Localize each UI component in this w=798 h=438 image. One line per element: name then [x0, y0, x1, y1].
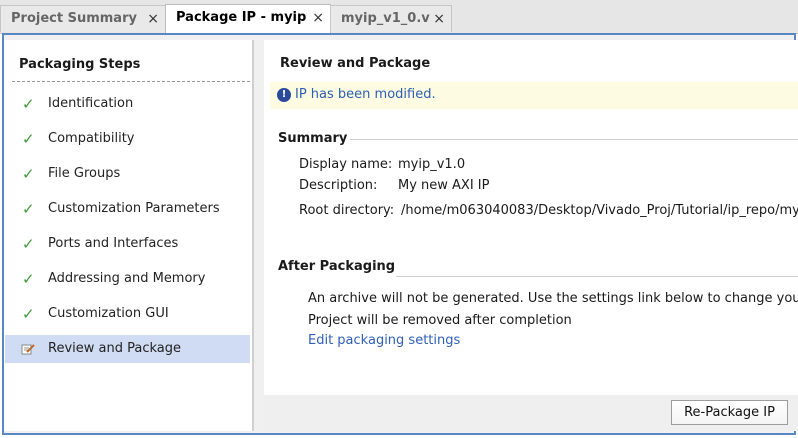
step-file-groups[interactable]: ✓ File Groups: [5, 160, 250, 188]
step-addressing-and-memory[interactable]: ✓ Addressing and Memory: [5, 265, 250, 293]
tab-label: Project Summary: [11, 11, 137, 26]
button-bar: Re-Package IP: [264, 395, 798, 431]
step-review-and-package[interactable]: Review and Package: [5, 335, 250, 363]
root-directory-value: /home/m063040083/Desktop/Vivado_Proj/Tut…: [401, 203, 798, 218]
tab-project-summary[interactable]: Project Summary ×: [0, 5, 166, 32]
tab-label: myip_v1_0.v: [341, 11, 430, 26]
check-icon: ✓: [22, 165, 35, 183]
check-icon: ✓: [22, 95, 35, 113]
check-icon: ✓: [22, 200, 35, 218]
step-ports-and-interfaces[interactable]: ✓ Ports and Interfaces: [5, 230, 250, 258]
check-icon: ✓: [22, 235, 35, 253]
close-icon[interactable]: ×: [147, 6, 159, 32]
tab-bar: Project Summary × Package IP - myip × my…: [0, 0, 798, 34]
check-icon: ✓: [22, 305, 35, 323]
tab-myip-v1-0-v[interactable]: myip_v1_0.v ×: [330, 5, 452, 32]
edit-packaging-settings-link[interactable]: Edit packaging settings: [308, 333, 460, 348]
re-package-ip-button[interactable]: Re-Package IP: [671, 400, 788, 425]
step-label: Identification: [48, 96, 134, 111]
summary-heading: Summary: [278, 131, 348, 146]
info-icon: !: [277, 88, 291, 102]
removal-note: Project will be removed after completion: [308, 313, 572, 328]
step-label: File Groups: [48, 166, 121, 181]
edit-icon: [21, 344, 35, 355]
tab-package-ip[interactable]: Package IP - myip ×: [165, 4, 331, 34]
step-identification[interactable]: ✓ Identification: [5, 90, 250, 118]
banner-text: IP has been modified.: [295, 87, 436, 102]
packaging-steps-title: Packaging Steps: [19, 57, 141, 72]
step-label: Addressing and Memory: [48, 271, 206, 286]
step-label: Compatibility: [48, 131, 135, 146]
divider: [396, 276, 798, 277]
step-label: Review and Package: [48, 341, 181, 356]
display-name-label: Display name:: [299, 157, 393, 172]
step-label: Customization GUI: [48, 306, 169, 321]
package-ip-window: Project Summary × Package IP - myip × my…: [0, 0, 798, 438]
review-package-panel: Review and Package ! IP has been modifie…: [264, 40, 798, 395]
step-label: Customization Parameters: [48, 201, 220, 216]
packaging-steps-panel: Packaging Steps ✓ Identification ✓ Compa…: [4, 40, 254, 431]
divider: [350, 139, 798, 140]
after-packaging-heading: After Packaging: [278, 259, 396, 274]
description-label: Description:: [299, 178, 378, 193]
close-icon[interactable]: ×: [433, 6, 445, 32]
check-icon: ✓: [22, 270, 35, 288]
description-value: My new AXI IP: [398, 178, 490, 193]
modified-banner: ! IP has been modified.: [270, 82, 798, 109]
panel-title: Review and Package: [280, 56, 431, 71]
step-compatibility[interactable]: ✓ Compatibility: [5, 125, 250, 153]
step-label: Ports and Interfaces: [48, 236, 179, 251]
step-customization-gui[interactable]: ✓ Customization GUI: [5, 300, 250, 328]
display-name-value: myip_v1.0: [398, 157, 466, 172]
root-directory-label: Root directory:: [299, 203, 395, 218]
divider: [12, 81, 250, 82]
archive-note: An archive will not be generated. Use th…: [308, 291, 798, 306]
step-customization-parameters[interactable]: ✓ Customization Parameters: [5, 195, 250, 223]
tab-label: Package IP - myip: [176, 10, 307, 25]
close-icon[interactable]: ×: [312, 5, 324, 31]
check-icon: ✓: [22, 130, 35, 148]
